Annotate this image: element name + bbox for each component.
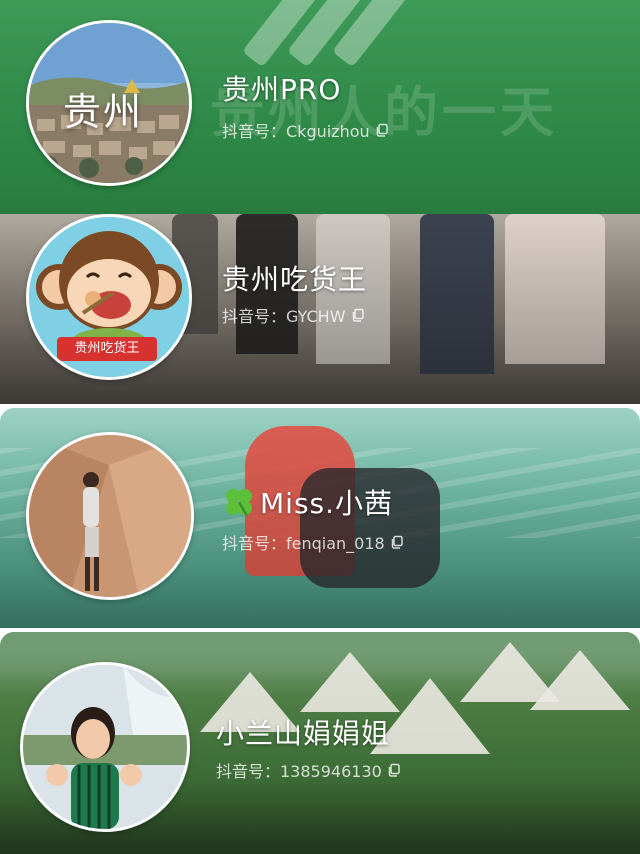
copy-icon[interactable] <box>386 762 402 778</box>
avatar-portrait-image <box>23 665 187 829</box>
copy-icon[interactable] <box>350 307 366 323</box>
avatar[interactable] <box>20 662 190 832</box>
background-tent <box>530 650 630 710</box>
avatar[interactable]: 贵州 <box>26 20 192 186</box>
avatar-label: 贵州 <box>63 90 144 134</box>
account-id-text: 抖音号：GYCHW <box>222 307 346 326</box>
account-id: 抖音号：1385946130 <box>216 758 402 782</box>
account-name: 贵州PRO <box>222 73 342 106</box>
account-id-text: 抖音号：1385946130 <box>216 762 382 781</box>
copy-icon[interactable] <box>389 534 405 550</box>
account-card-guizhou-foodie[interactable]: 贵州吃货王 贵州吃货王 抖音号：GYCHW <box>0 214 640 404</box>
avatar[interactable]: 贵州吃货王 <box>26 214 192 380</box>
account-id: 抖音号：Ckguizhou <box>222 118 390 142</box>
account-id: 抖音号：fenqian_018 <box>222 530 405 554</box>
account-card-xiaolanshan[interactable]: 小兰山娟娟姐 抖音号：1385946130 <box>0 632 640 854</box>
avatar[interactable] <box>26 432 194 600</box>
copy-icon[interactable] <box>374 122 390 138</box>
account-card-guizhou-pro[interactable]: 贵州人的一天 贵州 贵州PRO 抖音号：Ckguizhou <box>0 0 640 214</box>
account-id-text: 抖音号：Ckguizhou <box>222 122 370 141</box>
account-id-text: 抖音号：fenqian_018 <box>222 534 385 553</box>
clover-icon <box>226 489 252 517</box>
account-id: 抖音号：GYCHW <box>222 303 366 327</box>
account-name: 贵州吃货王 <box>222 263 368 296</box>
account-name: 小兰山娟娟姐 <box>216 717 391 750</box>
avatar-portrait-image <box>29 435 191 597</box>
mascot-banner: 贵州吃货王 <box>57 337 157 361</box>
account-name: Miss.小茜 <box>222 482 393 522</box>
account-name-text: Miss.小茜 <box>260 487 394 520</box>
account-list: 贵州人的一天 贵州 贵州PRO 抖音号：Ckguizhou 贵州吃货王 贵州吃货… <box>0 0 640 854</box>
account-card-miss-xiaoqian[interactable]: Miss.小茜 抖音号：fenqian_018 <box>0 408 640 628</box>
